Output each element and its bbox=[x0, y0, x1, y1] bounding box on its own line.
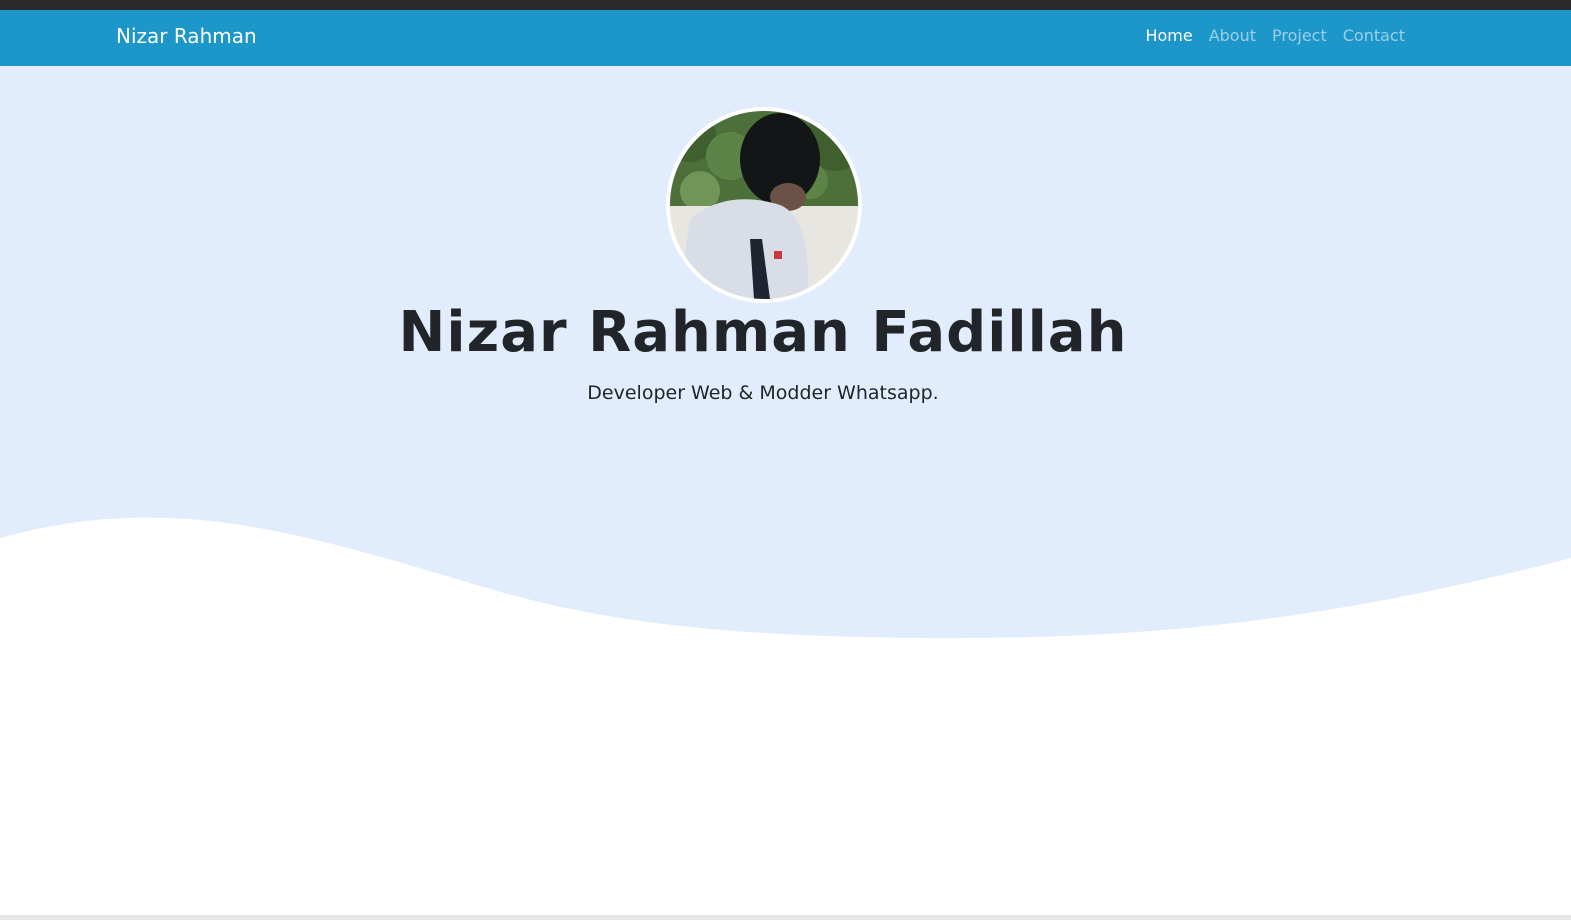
profile-avatar bbox=[666, 107, 862, 303]
hero-name: Nizar Rahman Fadillah bbox=[398, 300, 1128, 365]
nav-link-home[interactable]: Home bbox=[1145, 26, 1192, 45]
browser-top-strip bbox=[0, 0, 1571, 10]
nav-links: Home About Project Contact bbox=[1145, 26, 1405, 45]
nav-link-contact[interactable]: Contact bbox=[1343, 26, 1405, 45]
navbar-brand[interactable]: Nizar Rahman bbox=[116, 24, 257, 48]
hero-wave-divider bbox=[0, 517, 1571, 650]
nav-link-about[interactable]: About bbox=[1209, 26, 1256, 45]
navbar: Nizar Rahman Home About Project Contact bbox=[0, 10, 1571, 66]
hero-tagline: Developer Web & Modder Whatsapp. bbox=[587, 382, 939, 404]
bottom-divider bbox=[0, 915, 1571, 920]
nav-link-project[interactable]: Project bbox=[1272, 26, 1327, 45]
